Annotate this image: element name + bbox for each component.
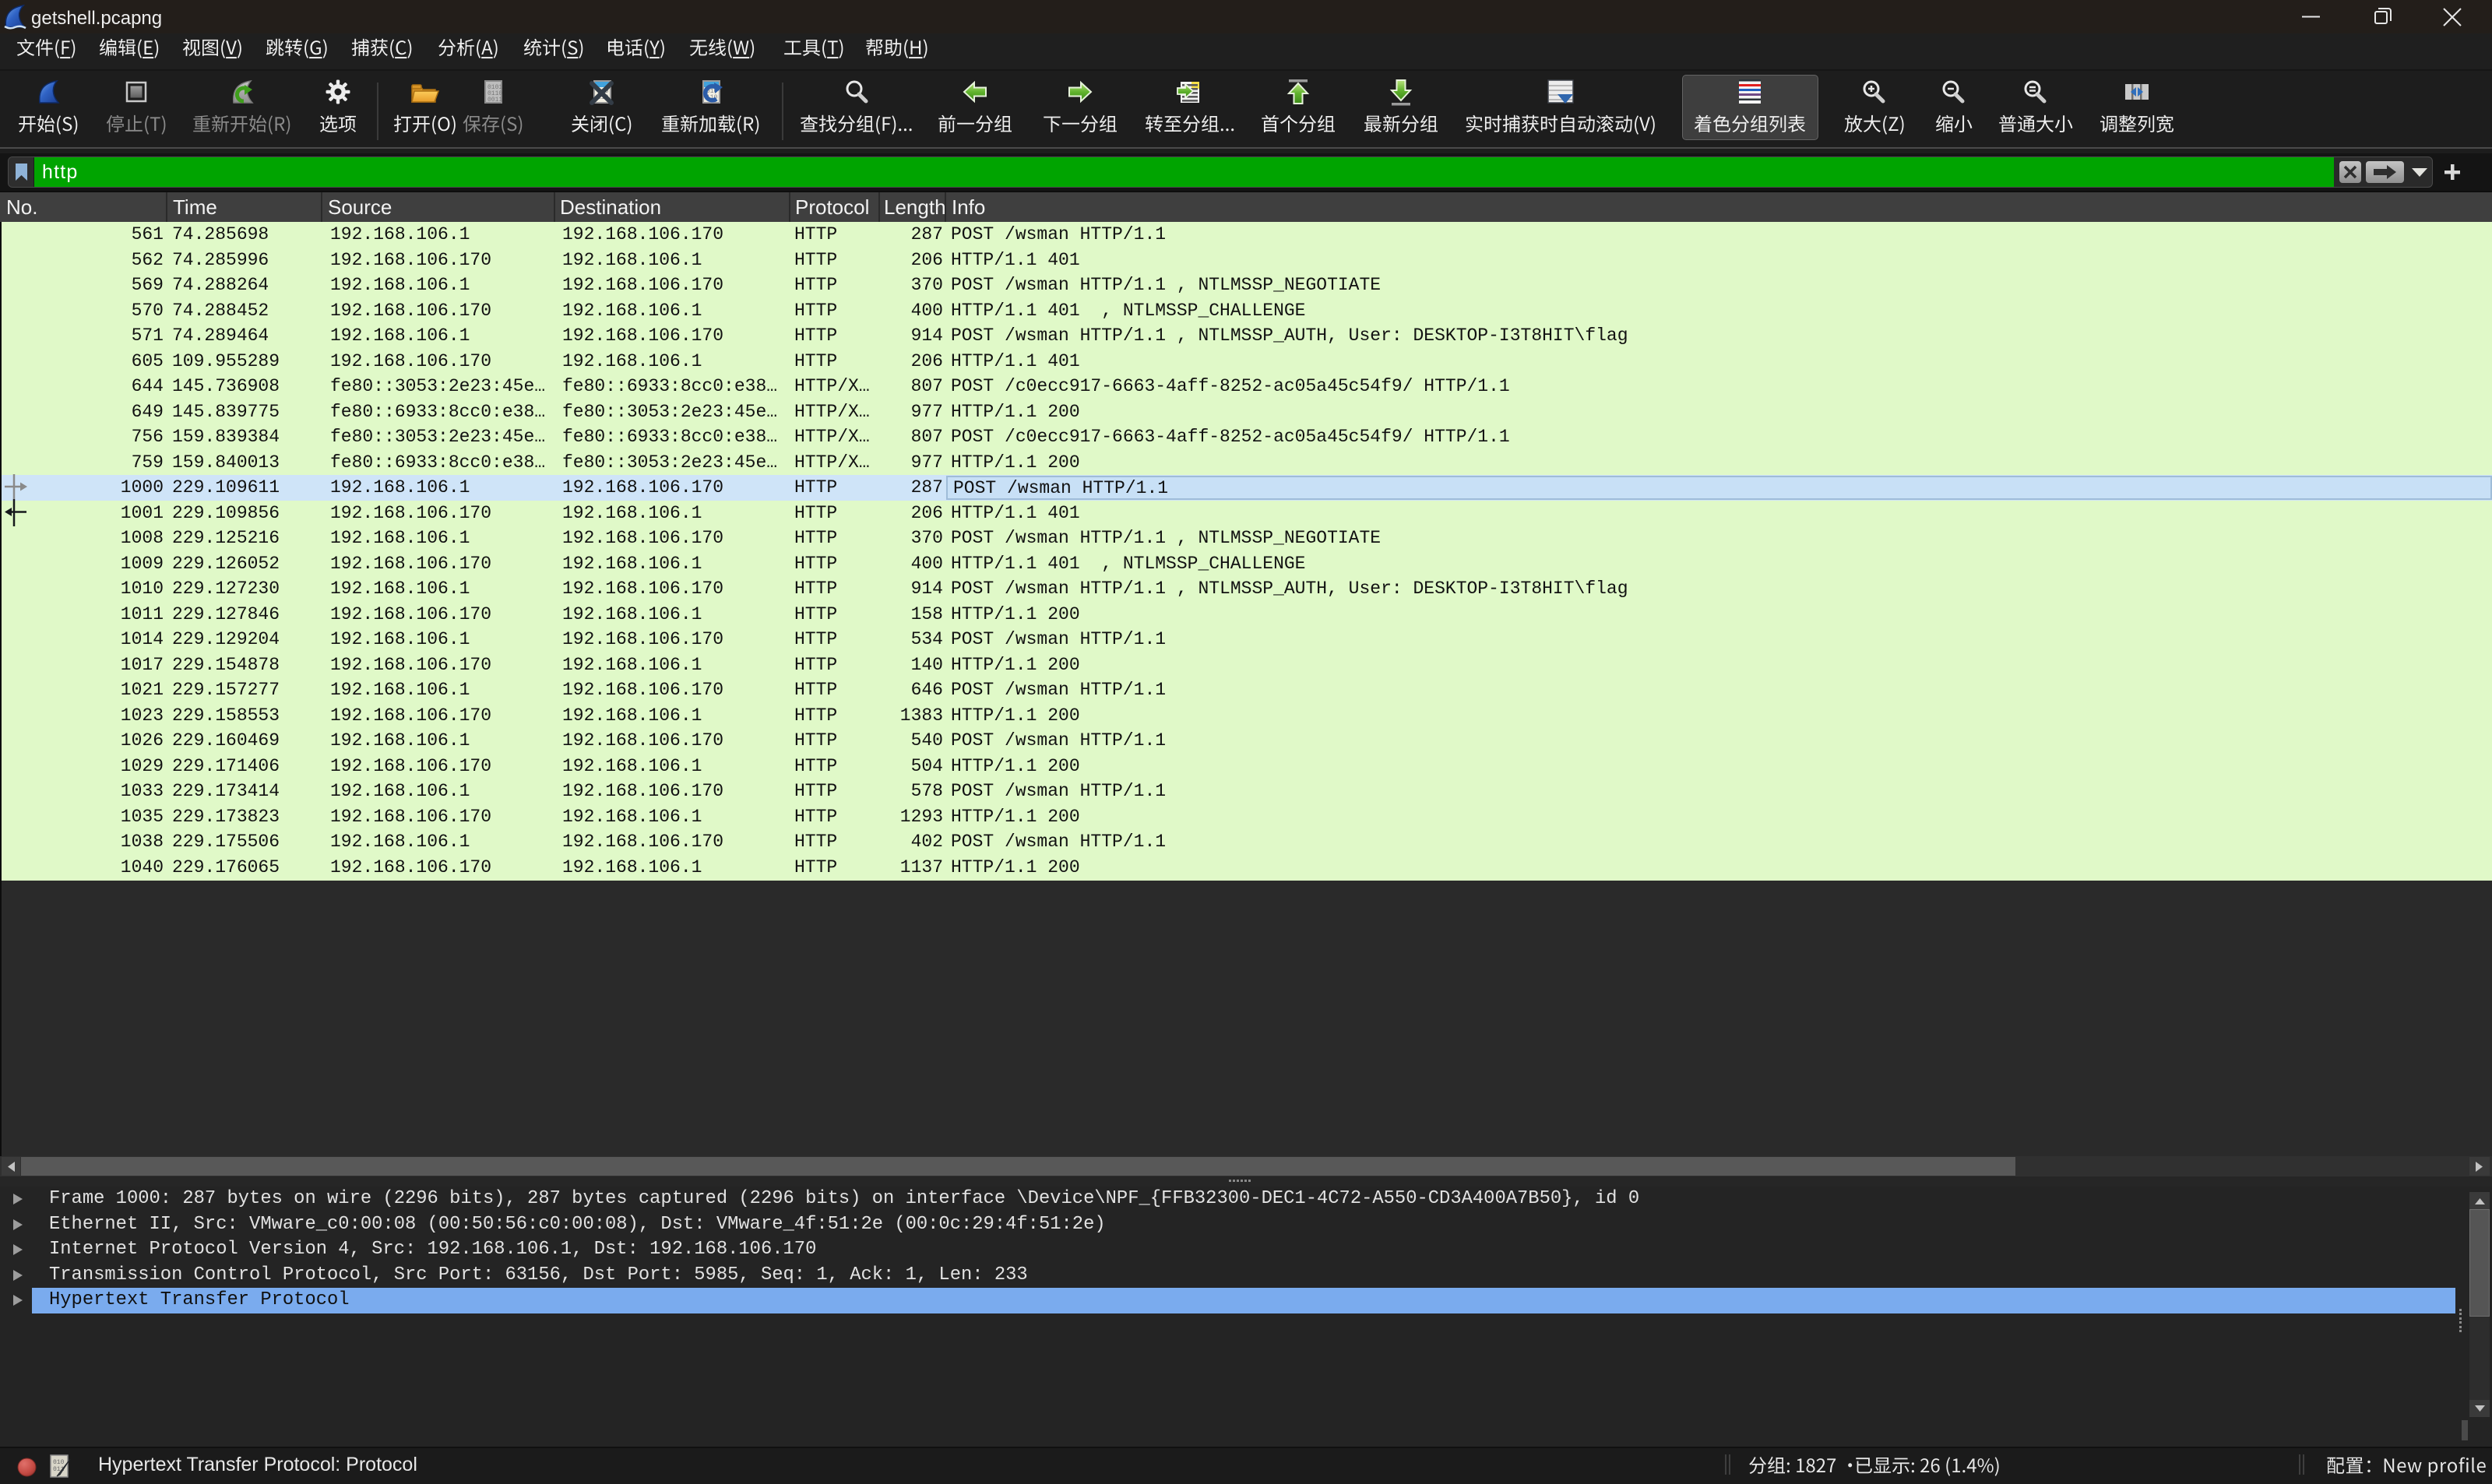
svg-text:0011: 0011 <box>487 97 502 104</box>
svg-text:010: 010 <box>53 1459 65 1466</box>
